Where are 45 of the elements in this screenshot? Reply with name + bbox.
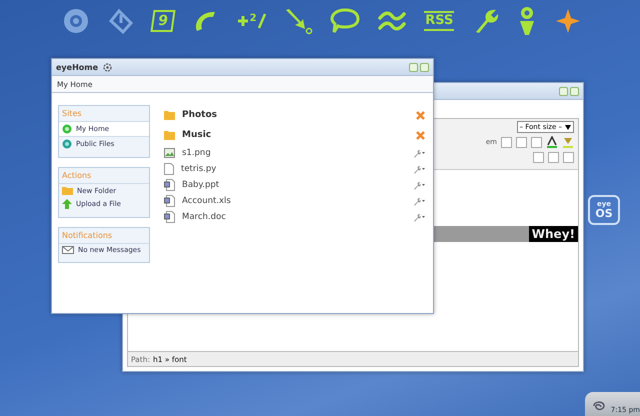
settings-icon[interactable] xyxy=(103,62,112,72)
wrench-menu-icon[interactable] xyxy=(413,196,425,206)
text-file-icon xyxy=(164,163,174,175)
wrench-menu-icon[interactable] xyxy=(413,148,425,158)
delete-icon[interactable] xyxy=(416,110,425,120)
image-file-icon xyxy=(164,148,175,158)
minimize-button[interactable] xyxy=(559,86,568,96)
text-color-icon[interactable] xyxy=(546,136,558,148)
envelope-icon xyxy=(62,246,74,254)
calendar-icon[interactable]: 9 xyxy=(150,10,176,32)
document-file-icon xyxy=(164,179,175,191)
window-title: eyeHome xyxy=(56,62,98,72)
target-icon[interactable] xyxy=(62,7,90,35)
toolbar-button[interactable] xyxy=(548,152,559,162)
file-name[interactable]: tetris.py xyxy=(181,164,216,174)
close-button[interactable] xyxy=(570,86,579,96)
panel-title: Notifications xyxy=(59,228,149,244)
upload-arrow-icon xyxy=(62,199,72,209)
toolbar-button[interactable] xyxy=(531,136,542,148)
file-name[interactable]: s1.png xyxy=(182,148,211,158)
wrench-menu-icon[interactable] xyxy=(413,164,425,174)
file-name[interactable]: Music xyxy=(182,130,212,140)
chat-bubble-icon[interactable] xyxy=(330,8,360,34)
wrench-menu-icon[interactable] xyxy=(413,180,425,190)
toolbar-button[interactable] xyxy=(501,136,512,148)
document-file-icon xyxy=(164,195,175,207)
folder-icon xyxy=(164,130,175,140)
toolbar-button[interactable] xyxy=(533,152,544,162)
delete-icon[interactable] xyxy=(416,130,425,140)
toolbar-button[interactable] xyxy=(516,136,527,148)
file-name[interactable]: Photos xyxy=(182,110,218,120)
highlight-color-icon[interactable] xyxy=(562,136,574,148)
heading-text: Whey! xyxy=(528,226,578,242)
wave-icon[interactable] xyxy=(377,9,408,33)
folder-icon xyxy=(62,186,73,195)
file-name[interactable]: Baby.ppt xyxy=(182,180,220,190)
document-file-icon xyxy=(164,211,175,223)
dropdown-arrow-icon[interactable] xyxy=(565,124,571,130)
panel-title: Actions xyxy=(59,168,149,184)
toolbar-button[interactable] xyxy=(563,152,574,162)
file-name[interactable]: March.doc xyxy=(182,212,226,222)
wrench-menu-icon[interactable] xyxy=(413,212,425,222)
close-button[interactable] xyxy=(420,62,429,72)
file-name[interactable]: Account.xls xyxy=(182,196,231,206)
minimize-button[interactable] xyxy=(409,62,418,72)
